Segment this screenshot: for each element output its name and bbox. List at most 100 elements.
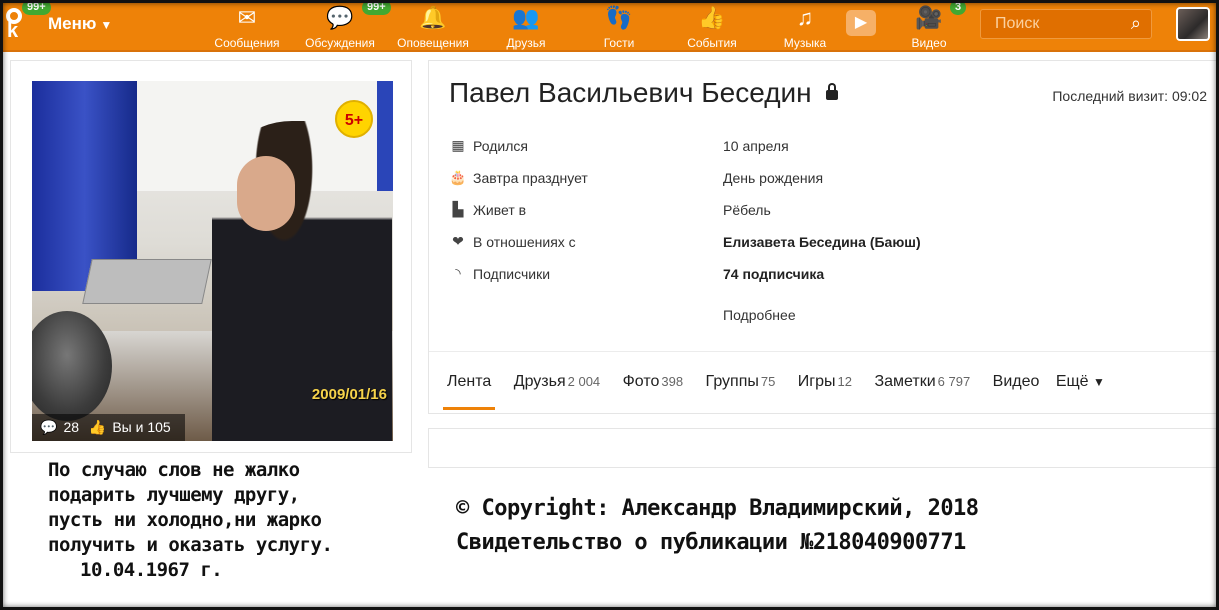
profile-details: ▦ Родился 10 апреля 🎂 Завтра празднует Д… [449,137,1009,297]
comment-icon[interactable]: 💬 [40,419,57,435]
tab-label: Видео [992,373,1040,390]
profile-photo-card: 5+ 2009/01/16 💬 28 👍 Вы и 105 [10,60,412,453]
comments-count[interactable]: 28 [63,419,79,435]
tab-photos[interactable]: Фото 398 [623,373,683,391]
profile-info-card: Павел Васильевич Беседин Последний визит… [428,60,1219,414]
menu-button[interactable]: Меню ▼ [48,14,112,34]
poem-line: пусть ни холодно,ни жарко [48,509,322,531]
tab-games[interactable]: Игры 12 [798,373,852,391]
nav-guests[interactable]: 👣 Гости [574,4,664,50]
feed-panel [428,428,1218,468]
publication-certificate-line: Свидетельство о публикации №218040900771 [456,530,966,555]
nav-friends[interactable]: 👥 Друзья [481,4,571,50]
lock-icon [825,83,838,100]
user-avatar[interactable] [1176,7,1210,41]
nav-music[interactable]: ♫ Музыка [760,4,850,50]
caret-down-icon: ▼ [1093,375,1105,389]
detail-value[interactable]: Рёбель [723,202,771,218]
search-icon[interactable]: ⌕ [1131,13,1141,34]
logo-notification-badge: 99+ [22,0,51,15]
tab-count: 12 [837,374,852,389]
envelope-icon: ✉ [237,5,257,30]
nav-notifications-label: Оповещения [397,36,469,50]
search-placeholder: Поиск [995,15,1040,32]
poem-line: подарить лучшему другу, [48,484,300,506]
photo-date-stamp: 2009/01/16 [311,386,387,403]
copyright-line: © Copyright: Александр Владимирский, 201… [456,496,979,521]
tab-count: 398 [661,374,684,389]
nav-discussions-label: Обсуждения [305,36,375,50]
photo-keyboard [82,259,212,304]
more-details-link[interactable]: Подробнее [723,307,796,323]
nav-events-label: События [687,36,737,50]
detail-row-lives: ▙ Живет в Рёбель [449,201,1009,233]
cake-icon: 🎂 [449,169,467,185]
detail-value: 10 апреля [723,138,789,154]
detail-key: Живет в [473,202,527,218]
music-icon: ♫ [796,5,814,30]
tab-more[interactable]: Ещё ▼ [1056,373,1105,391]
detail-row-subscribers: ◝ Подписчики 74 подписчика [449,265,1009,297]
caret-down-icon: ▼ [100,18,113,32]
hearts-icon: ❤ [452,233,464,249]
detail-value[interactable]: Елизавета Беседина (Баюш) [723,234,921,250]
friends-icon: 👥 [512,5,540,30]
tab-label: Друзья [513,373,566,390]
footprints-icon: 👣 [605,5,633,30]
detail-value[interactable]: 74 подписчика [723,266,824,282]
tab-label: Группы [705,373,759,390]
tab-feed[interactable]: Лента [442,373,496,410]
nav-messages[interactable]: ✉ Сообщения [202,4,292,50]
tab-label: Лента [447,373,492,390]
detail-key: Родился [473,138,528,154]
tab-groups[interactable]: Группы 75 [706,373,776,391]
poem-text: По случаю слов не жалко подарить лучшему… [48,458,333,583]
nav-events[interactable]: 👍 События [667,4,757,50]
menu-label: Меню [48,14,97,33]
city-icon: ▙ [452,201,464,217]
poem-line: По случаю слов не жалко [48,459,300,481]
age-rating-badge: 5+ [335,100,373,138]
calendar-icon: ▦ [451,137,465,153]
nav-friends-label: Друзья [506,36,546,50]
poem-date: 10.04.1967 г. [80,559,223,581]
tab-label: Ещё [1055,373,1089,390]
detail-row-relationship: ❤ В отношениях с Елизавета Беседина (Баю… [449,233,1009,265]
profile-photo[interactable]: 5+ 2009/01/16 💬 28 👍 Вы и 105 [32,81,393,441]
video-badge: 3 [950,0,967,15]
profile-name: Павел Васильевич Беседин [449,77,812,108]
tab-label: Фото [622,373,660,390]
discussions-badge: 99+ [362,0,391,15]
search-input[interactable]: Поиск ⌕ [980,9,1152,39]
nav-guests-label: Гости [603,36,635,50]
tab-notes[interactable]: Заметки 6 797 [874,373,970,391]
tab-count: 2 004 [567,374,601,389]
tab-label: Заметки [874,373,936,390]
tab-count: 75 [760,374,776,389]
top-navigation-bar: k 99+ Меню ▼ ✉ Сообщения 💬 Обсуждения 99+… [0,0,1219,52]
bell-icon: 🔔 [419,5,447,30]
copyright-text: © Copyright: Александр Владимирский, 201… [456,492,979,560]
detail-key: Подписчики [473,266,551,282]
likes-count[interactable]: Вы и 105 [112,419,170,435]
nav-notifications[interactable]: 🔔 Оповещения [388,4,478,50]
rss-icon: ◝ [455,265,461,281]
detail-key: Завтра празднует [473,170,588,186]
events-icon: 👍 [698,5,726,30]
detail-value: День рождения [723,170,824,186]
detail-row-celebrates: 🎂 Завтра празднует День рождения [449,169,1009,201]
like-icon[interactable]: 👍 [89,419,106,435]
nav-video-label: Видео [911,36,947,50]
play-icon[interactable]: ▶ [846,10,876,36]
tab-friends[interactable]: Друзья 2 004 [514,373,600,391]
tab-video[interactable]: Видео [993,373,1040,391]
poem-line: получить и оказать услугу. [48,534,333,556]
tabs-divider [429,351,1219,352]
photo-face [237,156,295,231]
profile-tabs: Лента Друзья 2 004 Фото 398 Группы 75 Игры 1… [442,373,1123,410]
photo-stats-bar: 💬 28 👍 Вы и 105 [32,414,185,441]
nav-messages-label: Сообщения [214,36,280,50]
tab-label: Игры [797,373,836,390]
nav-music-label: Музыка [783,36,827,50]
tab-count: 6 797 [937,374,971,389]
